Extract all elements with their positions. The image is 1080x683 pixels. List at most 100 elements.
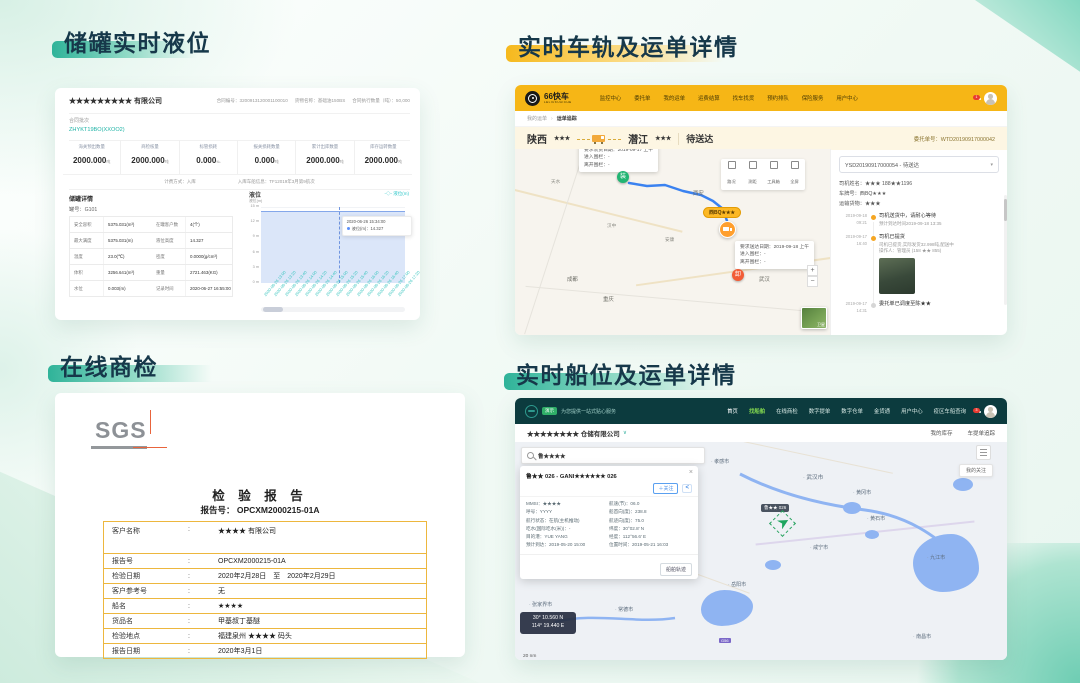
stat-unit: ‰ <box>216 159 220 164</box>
cell-label-2: 在罐客户数 <box>152 217 186 232</box>
attributes-right-column: 航速(节)：06.0船首向(度)：238.8航迹向(度)：75.0纬度：30°0… <box>609 500 692 550</box>
satellite-label: 卫星 <box>817 322 825 328</box>
ship-subbar: ★★★★★★★★ 仓储有限公司 ∨ 我的库存车提单追踪 <box>515 424 1007 443</box>
nav-item[interactable]: 找船舶 <box>749 407 765 415</box>
ship-track-button[interactable]: 船舶轨迹 <box>660 563 692 576</box>
nav-item[interactable]: 数字仓单 <box>841 407 863 415</box>
map-layers-button[interactable] <box>976 445 991 460</box>
table-row: 最大满度 5375.031(m) 液位高度 14.327 <box>70 233 232 249</box>
nav-item[interactable]: 疫区车船查询 <box>934 407 966 415</box>
nav-item[interactable]: 用户中心 <box>901 407 923 415</box>
unload-point-marker[interactable]: 卸 <box>732 269 744 281</box>
nav-item[interactable]: 我的运单 <box>663 94 685 102</box>
cell-label-1: 最大满度 <box>70 233 104 248</box>
follow-button[interactable]: ＋关注 <box>653 483 678 494</box>
ship-header-right: 3 <box>976 405 997 418</box>
cell-value-2: 4(个) <box>186 217 232 232</box>
breadcrumb-parent[interactable]: 我的运单 <box>527 115 547 122</box>
timeline-content: 司机已提货 司机已提货,实际发货32.998吨,配送中 操作人：管理员 (158… <box>879 234 999 294</box>
table-row: 安全容积 5375.031(m³) 在罐客户数 4(个) <box>70 217 232 233</box>
nav-item[interactable]: 数字提单 <box>809 407 831 415</box>
map-tool-icon <box>770 161 778 169</box>
row-value: 2020年3月1日 <box>210 646 426 656</box>
share-icon[interactable]: < <box>682 484 692 493</box>
ship-attribute: 经度：112°56.6′ E <box>609 533 692 541</box>
load-point-marker[interactable]: 装 <box>617 171 629 183</box>
chart-datazoom-scrollbar[interactable] <box>261 307 405 312</box>
map-tool-button[interactable]: 测距 <box>742 159 763 190</box>
map-tool-button[interactable]: 路况 <box>721 159 742 190</box>
ship-nav: 首页 找船舶 在线商检 数字提单 数字仓单 金货通 用户中心 疫区车船查询 <box>727 407 966 415</box>
my-follows-dropdown[interactable]: 我的关注 <box>959 464 993 477</box>
cell-value-2: 2020-06-27 16:55:00 <box>186 281 232 296</box>
truck-app-card: 66快车 LELIUKUAICHE 监控中心委托单我的运单运费结算找车找货预约排… <box>515 85 1007 335</box>
batch-link[interactable]: ZHYKT19BO(XXOO2) <box>69 127 410 133</box>
nav-item[interactable]: 金货通 <box>874 407 890 415</box>
route-summary-bar: 陕西 ★★★ 潜江 ★★★ 待送达 委托单号：WTD20190917000042 <box>515 127 1007 150</box>
truck-plate-pill[interactable]: 西BQ★★★ <box>703 207 741 218</box>
ship-app-logo-icon[interactable] <box>525 405 538 418</box>
report-table-row: 客户名称 : ★★★★ 有限公司 <box>104 522 426 554</box>
tank-detail-table: 安全容积 5375.031(m³) 在罐客户数 4(个) 最大满度 5375.0… <box>69 216 233 297</box>
report-table-row: 报告号 : OPCXM2000215-01A <box>104 554 426 569</box>
row-colon: : <box>188 573 210 580</box>
close-icon[interactable]: × <box>689 469 693 476</box>
user-avatar[interactable] <box>984 92 997 105</box>
chart-legend[interactable]: -◇- 液位(m) <box>384 191 409 197</box>
company-selector[interactable]: ★★★★★★★★ 仓储有限公司 <box>527 428 620 438</box>
attributes-left-column: MMSI：★★★★呼号：YYYY航行状态：在航(主机推动)吃水(国际吃水(米))… <box>526 500 609 550</box>
map-city-label: 九江市 <box>927 554 945 561</box>
cursor-coordinates-box: 30° 10.560 N 114° 19.440 E <box>520 612 576 634</box>
lake-shape <box>765 560 781 570</box>
row-value: 甲基叔丁基醚 <box>210 616 426 626</box>
map-city-label: 咸宁市 <box>810 544 828 551</box>
notification-badge: 1 <box>973 95 980 100</box>
nav-item[interactable]: 运费结算 <box>698 94 720 102</box>
row-value: ★★★★ <box>210 602 426 610</box>
map-tool-button[interactable]: 全屏 <box>784 159 805 190</box>
y-tick-label: 6 m <box>243 250 259 254</box>
truck-position-marker[interactable] <box>719 221 736 238</box>
ship-app-card: 演示 为您提供一站式贴心服务 首页找船舶在线商检数字提单数字仓单金货通用户中心疫… <box>515 398 1007 660</box>
satellite-view-thumbnail[interactable]: 卫星 <box>801 307 827 329</box>
ship-search-box[interactable]: 鲁★★★★ <box>521 447 705 464</box>
ship-map[interactable]: 孝感市武汉市黄冈市黄石市咸宁市九江市岳阳市常德市张家界市南昌市 鲁★★ 026 … <box>515 442 1007 660</box>
nav-item[interactable]: 预约排队 <box>767 94 789 102</box>
popup-line: 进入围栏：- <box>740 251 809 258</box>
brand-subtitle: LELIUKUAICHE <box>544 101 572 104</box>
nav-item[interactable]: 委托单 <box>634 94 650 102</box>
nav-item[interactable]: 监控中心 <box>600 94 622 102</box>
timeline-scrollbar[interactable] <box>1004 195 1007 305</box>
ship-marker-icon[interactable] <box>777 517 789 529</box>
truck-app-logo-icon[interactable] <box>525 91 540 106</box>
subbar-link[interactable]: 我的库存 <box>930 429 952 437</box>
map-city-label: 武汉市 <box>803 473 823 481</box>
route-to-city: 潜江 <box>628 131 648 146</box>
nav-item[interactable]: 首页 <box>727 407 738 415</box>
inspection-report-card: SGS 检 验 报 告 报告号： OPCXM2000215-01A 客户名称 :… <box>55 393 465 657</box>
proof-photo-thumbnail[interactable] <box>879 258 915 294</box>
row-value: ★★★★ 有限公司 <box>210 526 426 536</box>
waybill-select[interactable]: YSD20190917000054 - 待送达 ▾ <box>839 156 999 173</box>
search-icon <box>527 452 534 459</box>
truck-map[interactable]: 天水西安汉中安康成都重庆武汉襄阳 要求装货日期：2019-09-17 上午进入围… <box>515 149 830 335</box>
subbar-link[interactable]: 车提单追踪 <box>967 429 995 437</box>
timeline-content: 司机送货中，请耐心等待 预计到达时间2019-09-18 13:35 <box>879 213 999 227</box>
stat-label: 海关预出数量 <box>63 144 120 150</box>
cell-label-1: 温度 <box>70 249 104 264</box>
map-tool-button[interactable]: 工具箱 <box>763 159 784 190</box>
nav-item[interactable]: 找车找货 <box>733 94 755 102</box>
user-avatar[interactable] <box>984 405 997 418</box>
zoom-out-button[interactable]: − <box>807 276 818 287</box>
scrollbar-thumb[interactable] <box>263 307 283 312</box>
popup-buttons: ＋关注 < <box>520 480 698 496</box>
report-table-row: 检验日期 : 2020年2月28日 至 2020年2月29日 <box>104 569 426 584</box>
map-tool-label: 全屏 <box>790 179 798 184</box>
zoom-in-button[interactable]: + <box>807 265 818 276</box>
level-chart: 液位 液位(m) -◇- 液位(m) 15 m12 m9 m6 m3 m0 m … <box>243 190 411 314</box>
nav-item[interactable]: 在线商检 <box>776 407 798 415</box>
nav-item[interactable]: 保险服务 <box>802 94 824 102</box>
scrollbar-thumb[interactable] <box>1004 199 1007 221</box>
nav-item[interactable]: 用户中心 <box>836 94 858 102</box>
tank-batch-section: 合同批次 ZHYKT19BO(XXOO2) <box>69 113 410 141</box>
